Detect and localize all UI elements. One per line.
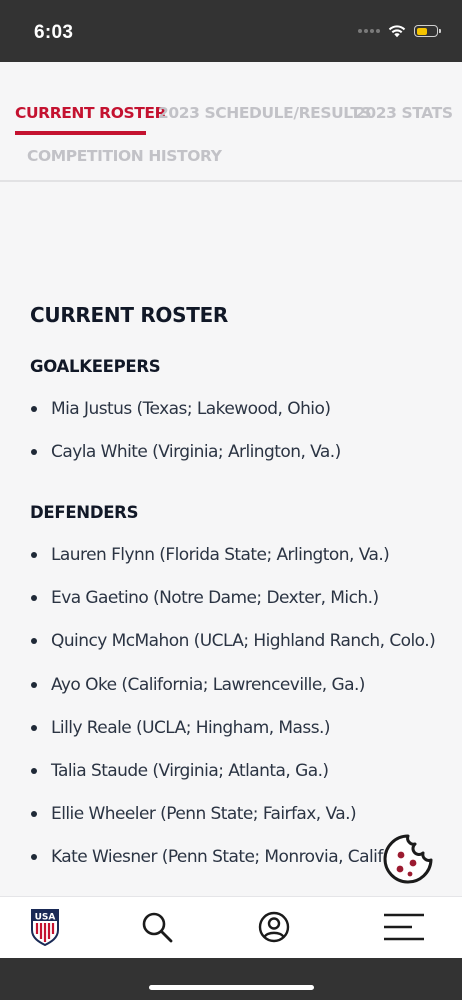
list-item: Ayo Oke (California; Lawrenceville, Ga.): [31, 675, 365, 695]
cookie-icon: [383, 834, 433, 884]
home-indicator-area: [0, 958, 462, 1000]
bullet: [31, 811, 37, 817]
active-tab-indicator: [15, 131, 146, 135]
list-item: Kate Wiesner (Penn State; Monrovia, Cali…: [31, 847, 383, 867]
player-name: Lauren Flynn (Florida State; Arlington, …: [51, 545, 390, 565]
list-item: Cayla White (Virginia; Arlington, Va.): [31, 442, 341, 462]
tab-stats[interactable]: 2023 STATS: [355, 104, 453, 122]
status-bar: 6:03: [0, 0, 462, 62]
list-item: Quincy McMahon (UCLA; Highland Ranch, Co…: [31, 631, 436, 651]
section-tabs: CURRENT ROSTER 2023 SCHEDULE/RESULTS 202…: [0, 62, 462, 182]
bottom-navigation: USA: [0, 896, 462, 958]
tab-schedule-results[interactable]: 2023 SCHEDULE/RESULTS: [158, 104, 372, 122]
bullet: [31, 406, 37, 412]
user-icon: [258, 911, 290, 943]
bullet: [31, 682, 37, 688]
tab-competition-history[interactable]: COMPETITION HISTORY: [27, 147, 222, 165]
player-name: Ayo Oke (California; Lawrenceville, Ga.): [51, 675, 365, 695]
nav-search[interactable]: [137, 907, 177, 947]
bullet: [31, 552, 37, 558]
bullet: [31, 725, 37, 731]
player-name: Ellie Wheeler (Penn State; Fairfax, Va.): [51, 804, 357, 824]
ussoccer-crest-icon: USA: [31, 909, 59, 946]
list-item: Lilly Reale (UCLA; Hingham, Mass.): [31, 718, 331, 738]
crest-text: USA: [35, 913, 56, 923]
bullet: [31, 595, 37, 601]
search-icon: [142, 912, 173, 943]
bullet: [31, 768, 37, 774]
roster-title: CURRENT ROSTER: [30, 303, 229, 327]
wifi-icon: [388, 25, 406, 38]
battery-icon: [414, 25, 441, 37]
player-name: Mia Justus (Texas; Lakewood, Ohio): [51, 399, 331, 419]
section-heading-defenders: DEFENDERS: [30, 503, 139, 522]
player-name: Cayla White (Virginia; Arlington, Va.): [51, 442, 341, 462]
status-icons: [358, 24, 441, 38]
menu-icon: [384, 913, 424, 941]
list-item: Lauren Flynn (Florida State; Arlington, …: [31, 545, 390, 565]
player-name: Kate Wiesner (Penn State; Monrovia, Cali…: [51, 847, 383, 867]
tab-current-roster[interactable]: CURRENT ROSTER: [15, 104, 167, 122]
list-item: Ellie Wheeler (Penn State; Fairfax, Va.): [31, 804, 357, 824]
player-name: Talia Staude (Virginia; Atlanta, Ga.): [51, 761, 329, 781]
list-item: Mia Justus (Texas; Lakewood, Ohio): [31, 399, 331, 419]
bullet: [31, 638, 37, 644]
status-time: 6:03: [34, 22, 74, 43]
battery-level: [416, 27, 427, 35]
nav-home[interactable]: USA: [25, 907, 65, 947]
cookie-settings-button[interactable]: [382, 833, 434, 885]
player-name: Eva Gaetino (Notre Dame; Dexter, Mich.): [51, 588, 379, 608]
bullet: [31, 854, 37, 860]
section-heading-goalkeepers: GOALKEEPERS: [30, 357, 161, 376]
nav-menu[interactable]: [382, 907, 426, 947]
cellular-signal-icon: [358, 29, 380, 33]
player-name: Quincy McMahon (UCLA; Highland Ranch, Co…: [51, 631, 436, 651]
nav-account[interactable]: [254, 907, 294, 947]
list-item: Eva Gaetino (Notre Dame; Dexter, Mich.): [31, 588, 379, 608]
player-name: Lilly Reale (UCLA; Hingham, Mass.): [51, 718, 331, 738]
home-indicator[interactable]: [149, 985, 314, 990]
list-item: Talia Staude (Virginia; Atlanta, Ga.): [31, 761, 329, 781]
bullet: [31, 449, 37, 455]
